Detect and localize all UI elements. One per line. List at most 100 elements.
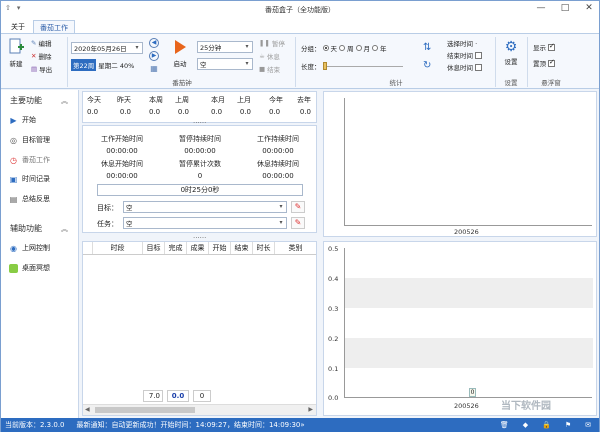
title-bar: ⇧ ▾ 番茄盒子（全功能版） — □ ✕ <box>1 1 599 18</box>
sidebar-item-label: 时间记录 <box>22 175 50 183</box>
tab-tomato-work[interactable]: 番茄工作 <box>33 20 75 33</box>
length-label: 长度： <box>301 63 321 71</box>
trash-icon[interactable]: 🗑 <box>496 421 513 429</box>
timer-pause-count: 暂停累计次数 0 <box>165 159 235 180</box>
sidebar-item-label: 番茄工作 <box>22 156 50 164</box>
timer-value: 00:00:00 <box>262 172 294 180</box>
sidebar-item-time-record[interactable]: ▣ 时间记录 <box>9 174 50 184</box>
collapse-aux-icon[interactable]: ︽ <box>61 224 68 234</box>
rest-button[interactable]: ☕ 休息 <box>259 51 280 61</box>
mode-select[interactable]: 空 ▾ <box>197 58 253 70</box>
edit-button[interactable]: ✎ 编辑 <box>31 38 51 48</box>
play-icon: ▶ <box>10 115 17 125</box>
week-badge: 第22周 <box>71 59 97 71</box>
export-button[interactable]: ▤ 导出 <box>31 64 52 74</box>
col-header[interactable]: 成果 <box>187 242 209 254</box>
horizontal-scrollbar[interactable]: ◀ ▶ <box>83 404 316 415</box>
col-header[interactable]: 类别 <box>275 242 316 254</box>
y-tick: 0.4 <box>328 275 339 283</box>
col-header[interactable]: 完成 <box>165 242 187 254</box>
footer-result: 0 <box>193 390 211 402</box>
radio-month[interactable] <box>355 45 362 51</box>
date-picker[interactable]: 2020年05月26日 ▾ <box>71 42 143 54</box>
sidebar-item-start[interactable]: ▶ 开始 <box>9 115 36 125</box>
sidebar-item-summary[interactable]: ▤ 总结反思 <box>9 194 50 204</box>
collapse-main-icon[interactable]: ︽ <box>61 96 68 106</box>
show-checkbox[interactable] <box>548 42 555 51</box>
close-button[interactable]: ✕ <box>583 3 595 13</box>
end-time-checkbox[interactable] <box>475 51 482 59</box>
stat-value: 0.0 <box>119 108 131 116</box>
task-dropdown-icon[interactable]: ▾ <box>277 219 285 227</box>
stat-label: 本周 <box>149 96 163 104</box>
stat-value: 0.0 <box>149 108 161 116</box>
timer-value: 00:00:00 <box>262 147 294 155</box>
weekday-text: 星期二 40% <box>98 62 135 70</box>
length-slider[interactable] <box>322 62 403 70</box>
duration-select[interactable]: 25分钟 ▾ <box>197 41 253 53</box>
sidebar-item-meditation[interactable]: 桌面冥想 <box>9 263 50 273</box>
swap-icon[interactable]: ⇅ <box>423 42 431 53</box>
pause-button[interactable]: ❚❚ 暂停 <box>259 38 285 48</box>
goal-value: 空 <box>126 204 133 212</box>
goal-eraser-icon[interactable]: ✎ <box>291 201 305 213</box>
rest-time-checkbox[interactable] <box>475 63 482 71</box>
radio-year[interactable] <box>372 45 378 51</box>
prev-day-icon[interactable]: ◀ <box>149 38 159 48</box>
export-label: 导出 <box>39 66 53 74</box>
mail-icon[interactable]: ✉ <box>581 421 595 429</box>
select-time-row[interactable]: 选择时间 · <box>447 38 477 48</box>
end-button[interactable]: ■ 结束 <box>259 64 280 74</box>
sidebar-item-goal[interactable]: ◎ 目标管理 <box>9 135 50 145</box>
tab-about[interactable]: 关于 <box>5 20 31 33</box>
settings-button[interactable]: ⚙ 设置 <box>499 38 523 66</box>
duration-dropdown-icon[interactable]: ▾ <box>243 43 251 51</box>
task-select[interactable]: 空 ▾ <box>123 217 287 229</box>
chart-top-plot <box>344 98 592 226</box>
refresh-icon[interactable]: ↻ <box>423 60 431 71</box>
scroll-thumb[interactable] <box>95 407 195 413</box>
scroll-left-icon[interactable]: ◀ <box>85 406 90 413</box>
pin-checkbox[interactable] <box>548 58 555 67</box>
next-day-icon[interactable]: ▶ <box>149 51 159 61</box>
row-header-cell <box>83 242 93 254</box>
sidebar-item-tomato[interactable]: ◷ 番茄工作 <box>9 155 50 165</box>
length-row: 长度： <box>301 61 403 71</box>
show-row: 显示 <box>533 42 555 52</box>
minimize-button[interactable]: — <box>535 3 547 13</box>
stat-week: 本周 上周 0.0 0.0 <box>149 95 189 116</box>
goal-select[interactable]: 空 ▾ <box>123 201 287 213</box>
scroll-right-icon[interactable]: ▶ <box>308 406 313 413</box>
goal-dropdown-icon[interactable]: ▾ <box>277 203 285 211</box>
tray-icon[interactable]: ◆ <box>519 421 532 429</box>
col-header[interactable]: 开始 <box>209 242 231 254</box>
col-header[interactable]: 时长 <box>253 242 275 254</box>
col-header[interactable]: 目标 <box>143 242 165 254</box>
sidebar-item-net-control[interactable]: ◉ 上网控制 <box>9 243 50 253</box>
timer-pager[interactable]: ...... <box>193 232 206 240</box>
y-tick: 0.1 <box>328 365 339 373</box>
radio-week[interactable] <box>339 45 345 51</box>
start-button[interactable]: 启动 <box>169 38 191 68</box>
goal-label: 目标： <box>97 204 118 212</box>
stat-value: 0.0 <box>87 108 99 116</box>
ribbon: 新建 ✎ 编辑 ✕ 删除 ▤ 导出 2020年05月26日 ▾ 第22周 星期二 40… <box>1 33 599 89</box>
calendar-icon[interactable]: ▦ <box>149 64 159 74</box>
bell-icon[interactable]: ⚑ <box>561 421 575 429</box>
delete-button[interactable]: ✕ 删除 <box>31 51 51 61</box>
stat-value: 0.0 <box>299 108 311 116</box>
notice-label: 最新通知： <box>76 421 112 429</box>
radio-day[interactable] <box>322 45 329 51</box>
task-eraser-icon[interactable]: ✎ <box>291 217 305 229</box>
timer-rest-start: 休息开始时间 00:00:00 <box>87 159 157 180</box>
lock-icon[interactable]: 🔒 <box>538 421 555 429</box>
mode-dropdown-icon[interactable]: ▾ <box>243 60 251 68</box>
calendar-dropdown-icon[interactable]: ▾ <box>133 44 141 52</box>
new-button[interactable]: 新建 <box>5 38 27 68</box>
col-header[interactable]: 时段 <box>93 242 143 254</box>
maximize-button[interactable]: □ <box>559 3 571 13</box>
col-header[interactable]: 结束 <box>231 242 253 254</box>
sidebar-item-label: 总结反思 <box>22 195 50 203</box>
summary-icon: ▤ <box>9 194 18 204</box>
stats-pager[interactable]: ...... <box>193 117 206 125</box>
